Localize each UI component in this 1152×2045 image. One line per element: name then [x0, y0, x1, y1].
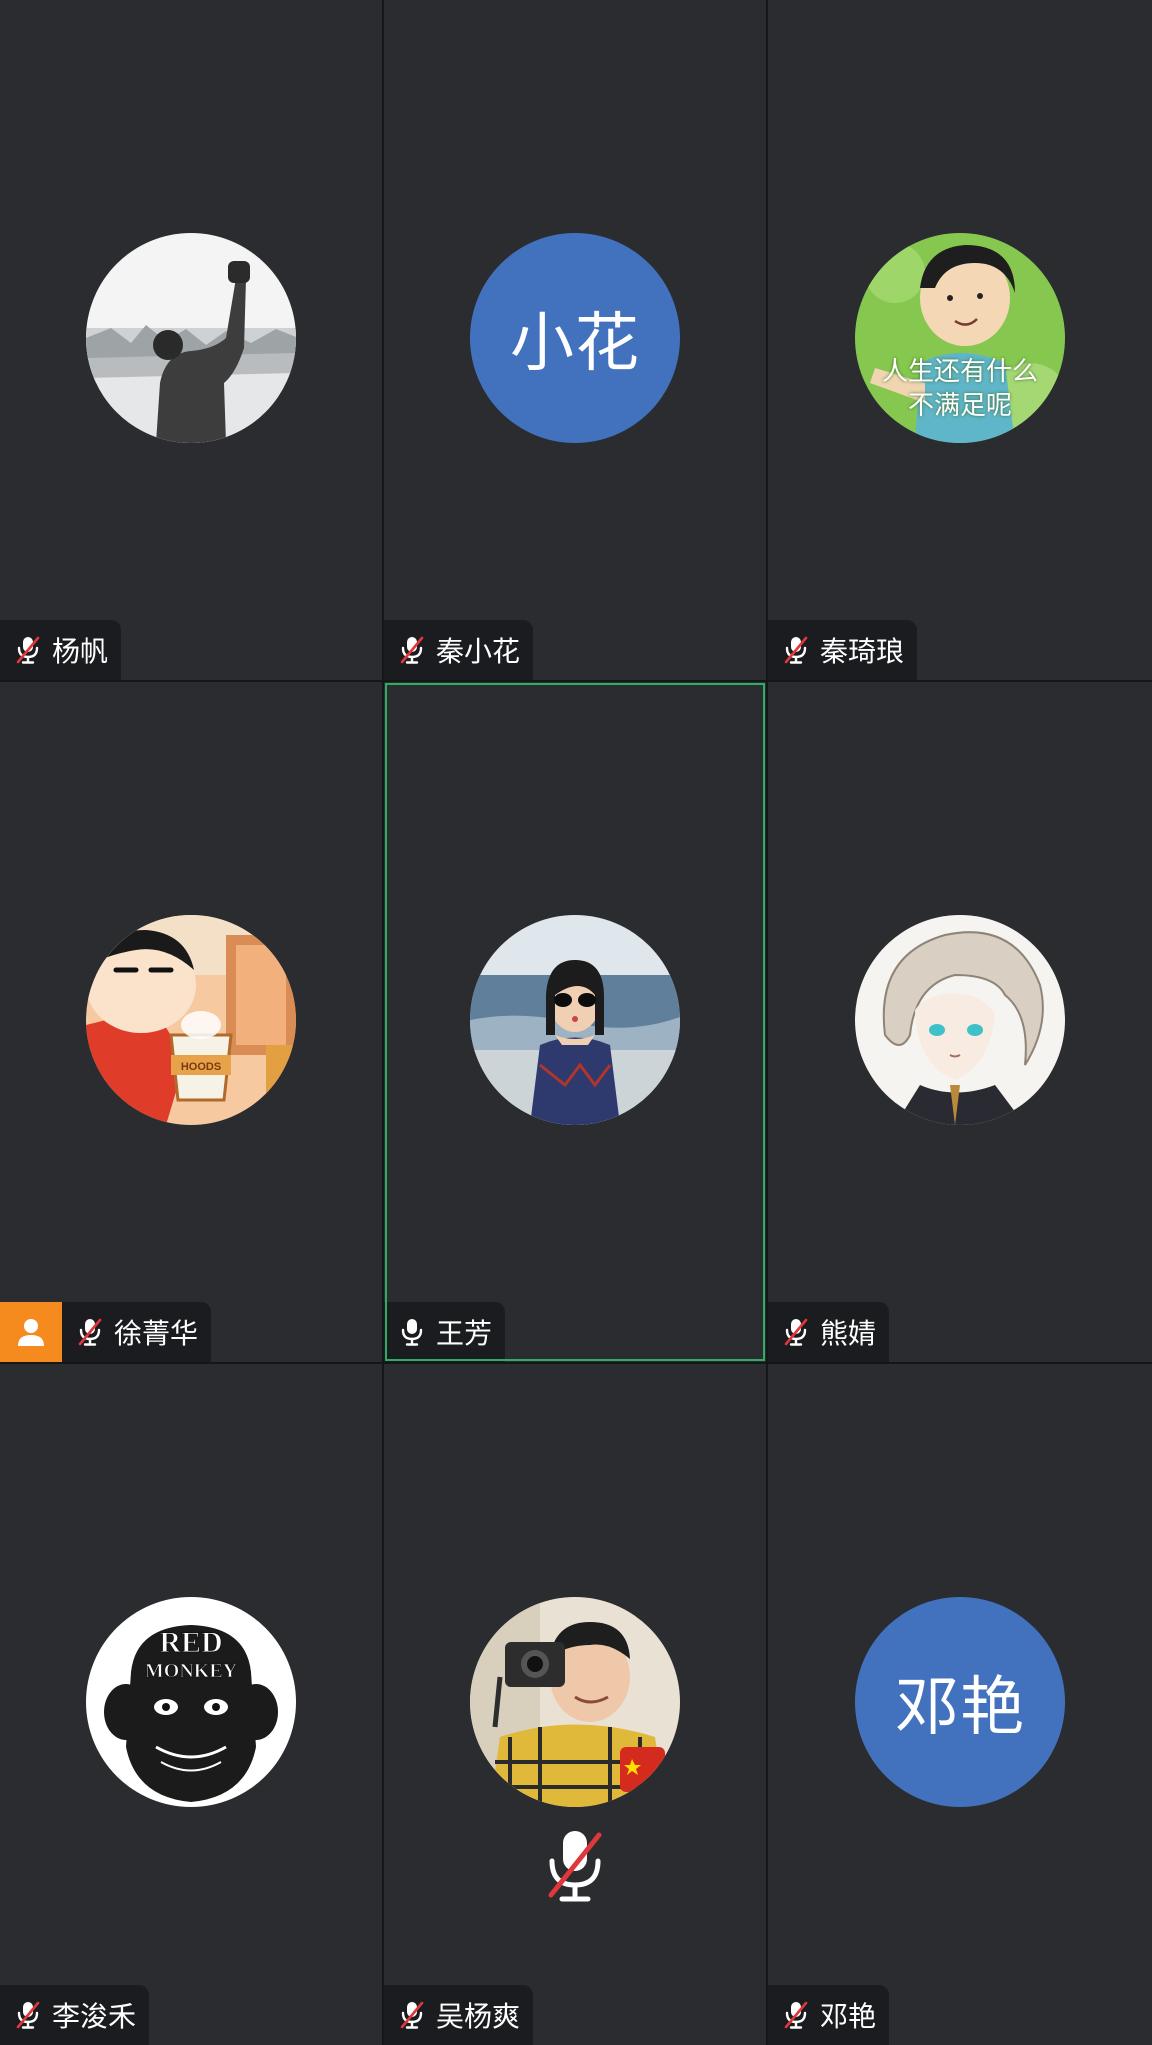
mic-muted-icon	[782, 635, 810, 665]
participant-nametag: 王芳	[384, 1302, 506, 1362]
participant-nametag: 李浚禾	[0, 1985, 150, 2045]
participant-nametag: 吴杨爽	[384, 1985, 534, 2045]
mic-muted-icon	[398, 635, 426, 665]
svg-text:HOODS: HOODS	[181, 1061, 221, 1073]
participant-name: 李浚禾	[52, 2000, 137, 2033]
mic-off-icon	[543, 1827, 607, 1907]
participant-tile-4[interactable]: HOODS 徐菁华	[0, 682, 382, 1362]
participant-name: 徐菁华	[114, 1317, 199, 1350]
participant-avatar	[855, 915, 1065, 1125]
participant-name: 杨帆	[52, 635, 109, 668]
participant-name: 秦小花	[436, 635, 521, 668]
mic-muted-icon	[782, 1317, 810, 1347]
participant-avatar	[470, 1597, 680, 1807]
participant-nametag: 熊婧	[768, 1302, 890, 1362]
participant-tile-2[interactable]: 小花 秦小花	[384, 0, 766, 680]
participant-avatar	[470, 915, 680, 1125]
mic-on-icon	[398, 1317, 426, 1347]
mic-muted-icon	[782, 2000, 810, 2030]
participant-nametag: 邓艳	[768, 1985, 890, 2045]
participant-nametag: 杨帆	[0, 620, 122, 680]
participant-name: 王芳	[436, 1317, 493, 1350]
svg-text:MONKEY: MONKEY	[145, 1660, 238, 1682]
svg-text:RED: RED	[159, 1626, 222, 1659]
participant-nametag: 徐菁华	[62, 1302, 212, 1362]
participant-nametag: 秦琦琅	[768, 620, 918, 680]
avatar-initials: 邓艳	[895, 1671, 1025, 1745]
user-icon	[14, 1315, 48, 1349]
participant-tile-9[interactable]: 邓艳 邓艳	[768, 1364, 1152, 2045]
host-badge	[0, 1302, 62, 1362]
mic-muted-icon	[14, 635, 42, 665]
participant-avatar: RED MONKEY	[86, 1597, 296, 1807]
participant-tile-8[interactable]: 吴杨爽	[384, 1364, 766, 2045]
participant-name: 熊婧	[820, 1317, 877, 1350]
participant-name: 秦琦琅	[820, 635, 905, 668]
avatar-caption: 人生还有什么 不满足呢	[881, 357, 1038, 421]
mic-muted-icon	[14, 2000, 42, 2030]
participant-avatar: HOODS	[86, 915, 296, 1125]
participant-tile-3[interactable]: 人生还有什么 不满足呢 秦琦琅	[768, 0, 1152, 680]
participant-grid: 杨帆 小花 秦小花 人生还有什么 不满足呢 秦琦琅 HOODS 徐菁华 王芳 熊…	[0, 0, 1152, 2045]
participant-tile-5-active[interactable]: 王芳	[384, 682, 766, 1362]
mic-muted-icon	[398, 2000, 426, 2030]
participant-tile-6[interactable]: 熊婧	[768, 682, 1152, 1362]
participant-name: 吴杨爽	[436, 2000, 521, 2033]
participant-tile-7[interactable]: RED MONKEY 李浚禾	[0, 1364, 382, 2045]
participant-avatar: 邓艳	[855, 1597, 1065, 1807]
participant-name: 邓艳	[820, 2000, 877, 2033]
participant-tile-1[interactable]: 杨帆	[0, 0, 382, 680]
participant-avatar: 人生还有什么 不满足呢	[855, 233, 1065, 443]
avatar-initials: 小花	[510, 307, 640, 381]
participant-avatar: 小花	[470, 233, 680, 443]
participant-nametag: 秦小花	[384, 620, 534, 680]
mic-muted-icon	[76, 1317, 104, 1347]
participant-avatar	[86, 233, 296, 443]
